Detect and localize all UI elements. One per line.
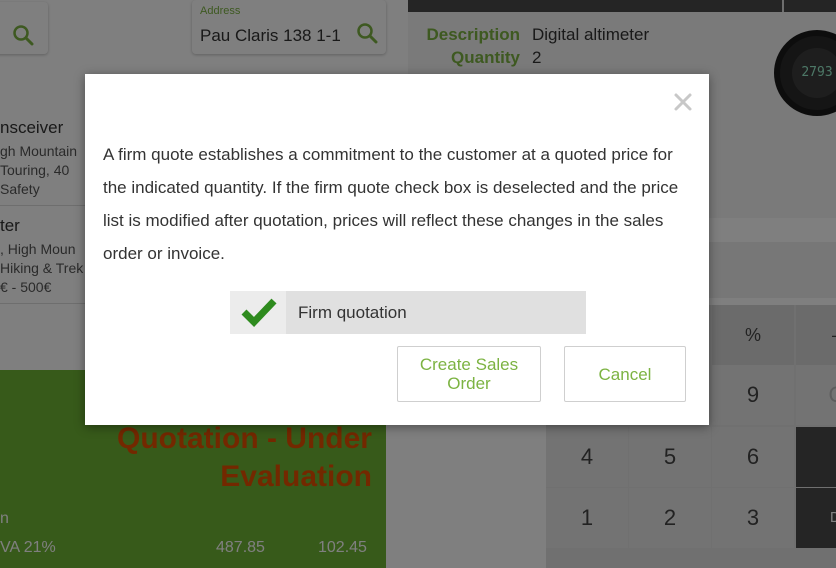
- checkbox-label: Firm quotation: [298, 303, 407, 322]
- dialog-message: A firm quote establishes a commitment to…: [103, 145, 679, 263]
- close-icon[interactable]: [671, 90, 695, 114]
- create-sales-order-button[interactable]: Create Sales Order: [397, 346, 541, 402]
- firm-quotation-checkbox[interactable]: Firm quotation: [230, 291, 586, 334]
- checkmark-icon: [241, 298, 277, 328]
- firm-quotation-dialog: A firm quote establishes a commitment to…: [85, 74, 709, 425]
- checkbox-box[interactable]: [230, 291, 286, 334]
- cancel-button[interactable]: Cancel: [564, 346, 686, 402]
